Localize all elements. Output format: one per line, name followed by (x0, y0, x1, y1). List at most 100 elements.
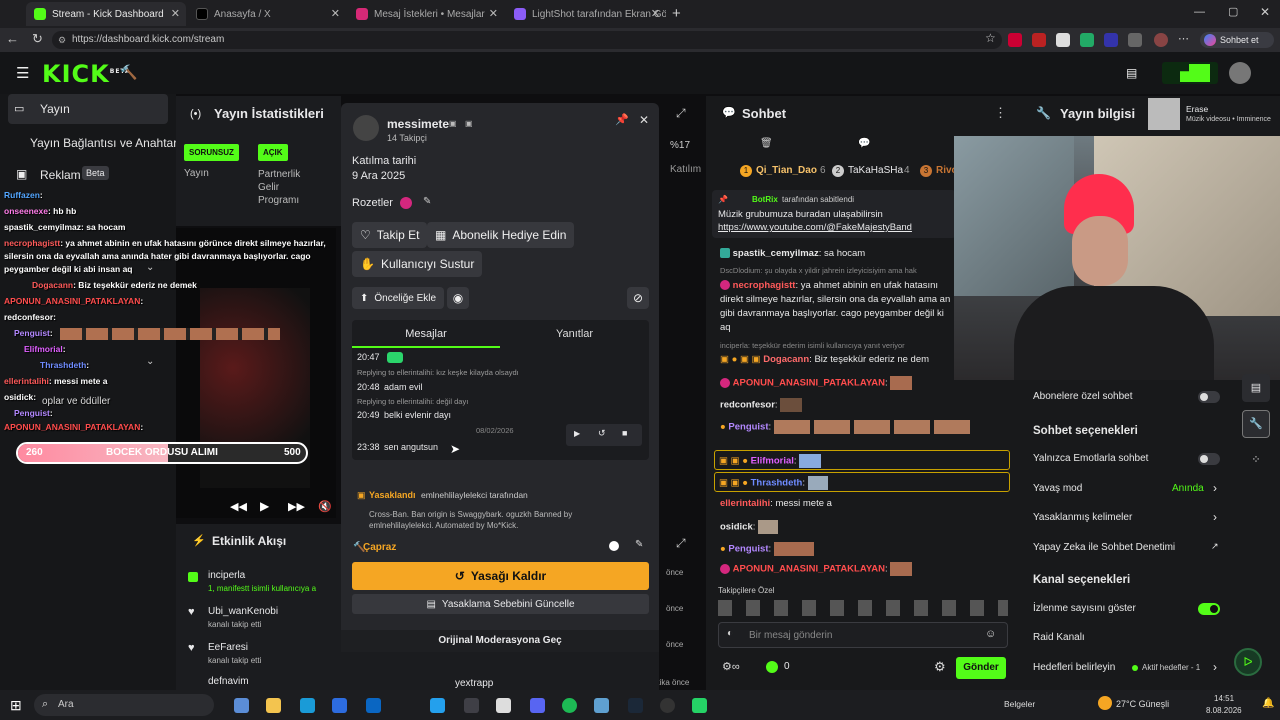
copy-icon[interactable]: ▣ (449, 119, 457, 128)
edge-icon[interactable] (300, 698, 315, 713)
file-explorer-icon[interactable] (266, 698, 281, 713)
wrench-icon[interactable]: 🔧 (1242, 410, 1270, 438)
obs-icon[interactable] (660, 698, 675, 713)
smiley-icon[interactable]: ☺ (985, 628, 996, 640)
chat-message[interactable]: ● Penguist: (720, 420, 1016, 434)
tab-yanitlar[interactable]: Yanıtlar (500, 320, 649, 348)
extension-icon[interactable] (1104, 33, 1118, 47)
tab-instagram[interactable]: Mesaj İstekleri • Mesajlar ✕ (348, 2, 504, 26)
layout-icon[interactable]: ▤ (1242, 374, 1270, 402)
replay-icon[interactable]: ↺ (598, 428, 606, 439)
windows-start-icon[interactable]: ⊞ (10, 697, 22, 714)
extension-icon[interactable] (1056, 33, 1070, 47)
sidebar-item-reklam[interactable]: ▣ Reklam Beta (8, 162, 168, 186)
unban-button[interactable]: ↺ Yasağı Kaldır (352, 562, 649, 590)
hammer-icon[interactable]: 🔨 (120, 64, 137, 81)
extensions-puzzle-icon[interactable] (1128, 33, 1142, 47)
gift-sub-button[interactable]: ▦ Abonelik Hediye Edin (427, 222, 575, 248)
emoji-icon[interactable]: ◐ (727, 628, 733, 639)
sub-only-toggle[interactable] (1198, 391, 1220, 403)
app-icon[interactable] (464, 698, 479, 713)
mail-icon[interactable] (332, 698, 347, 713)
spotify-icon[interactable] (562, 698, 577, 713)
chat-message[interactable]: necrophagistt: ya ahmet abinin en ufak h… (720, 280, 960, 291)
mute-icon[interactable]: 🔇 (318, 500, 332, 513)
external-link-icon[interactable]: ▣ (465, 119, 473, 128)
expand-icon[interactable]: ⤢ (676, 536, 686, 551)
mute-user-button[interactable]: ✋ Kullanıcıyı Sustur (352, 251, 483, 277)
gear-icon[interactable]: ⚙ (934, 659, 946, 675)
original-moderation-link[interactable]: Orijinal Moderasyona Geç (341, 630, 659, 652)
send-button[interactable]: Gönder (956, 657, 1006, 679)
slow-mode-row[interactable]: Yavaş mod Anında › (1033, 481, 1223, 497)
tab-mesajlar[interactable]: Mesajlar (352, 320, 500, 348)
goals-row[interactable]: Hedefleri belirleyin Aktif hedefler - 1 … (1033, 660, 1223, 676)
kick-logo[interactable]: KICKBETA (42, 60, 131, 88)
chat-bubble-icon[interactable]: 💬 (858, 138, 870, 149)
taskbar-search[interactable]: ⌕ Ara (34, 694, 214, 716)
chat-menu-icon[interactable]: ⋮ (994, 105, 1007, 121)
chat-message[interactable]: spastik_cemyilmaz: sa hocam (720, 248, 960, 259)
pinned-message[interactable]: 📌 BotRix tarafından sabitlendi Müzik gru… (712, 190, 956, 238)
stop-icon[interactable]: ■ (622, 428, 627, 438)
user-avatar[interactable] (1229, 62, 1251, 84)
watch-button[interactable]: ◉ (447, 287, 469, 309)
chat-message[interactable]: ▣ ● ▣ ▣ Dogacann: Biz teşekkür ederiz ne… (720, 354, 960, 365)
chat-input[interactable]: ◐ Bir mesaj gönderin ☺ (718, 622, 1008, 648)
minimize-icon[interactable]: — (1194, 6, 1205, 18)
chat-message[interactable]: ● Penguist: (720, 542, 1016, 556)
forward-icon[interactable]: ▶▶ (288, 500, 305, 513)
tab-lightshot[interactable]: LightShot tarafından Ekran Görünt ✕ (506, 2, 666, 26)
reload-icon[interactable]: ↻ (32, 31, 43, 47)
url-input[interactable]: ⚙ https://dashboard.kick.com/stream (52, 31, 1002, 49)
pinned-link[interactable]: https://www.youtube.com/@FakeMajestyBand (718, 222, 950, 233)
store-icon[interactable] (366, 698, 381, 713)
back-icon[interactable]: ← (6, 31, 19, 46)
whatsapp-icon[interactable] (692, 698, 707, 713)
taskbar-app-icon[interactable] (234, 698, 249, 713)
add-priority-button[interactable]: ⬆ Önceliğe Ekle (352, 287, 445, 309)
close-tab-icon[interactable]: ✕ (331, 7, 340, 20)
rewind-icon[interactable]: ◀◀ (230, 500, 247, 513)
close-icon[interactable]: ✕ (639, 113, 649, 127)
raid-channel-row[interactable]: Raid Kanalı (1033, 632, 1085, 643)
update-ban-reason-button[interactable]: ▤ Yasaklama Sebebini Güncelle (352, 594, 649, 614)
live-indicator[interactable] (1162, 62, 1218, 84)
chat-settings-icon[interactable]: ⚙∞ (722, 660, 740, 673)
browser-menu-icon[interactable]: ⋯ (1178, 32, 1189, 45)
trash-icon[interactable]: 🗑 (760, 138, 773, 149)
show-viewers-toggle[interactable] (1198, 603, 1220, 615)
chevron-down-icon[interactable]: ⌄ (146, 262, 154, 273)
chat-message[interactable]: osidick: (720, 520, 1016, 534)
extension-icon[interactable] (1032, 33, 1046, 47)
chat-message[interactable]: redconfesor: (720, 398, 1016, 412)
app-icon[interactable] (594, 698, 609, 713)
chevron-down-icon[interactable]: ⌄ (146, 356, 154, 367)
ban-button[interactable]: ⊘ (627, 287, 649, 309)
highlighted-message[interactable]: ▣ ▣ ● Thrashdeth: (714, 472, 1010, 492)
copilot-chat-button[interactable]: Sohbet et (1200, 32, 1274, 48)
play-icon[interactable]: ▶ (574, 429, 580, 438)
extension-icon[interactable] (1008, 33, 1022, 47)
edit-icon[interactable]: ✎ (635, 539, 643, 550)
expand-icon[interactable]: ⤢ (676, 106, 686, 121)
close-tab-icon[interactable]: ✕ (489, 7, 498, 20)
maximize-icon[interactable]: ▢ (1228, 5, 1238, 18)
chat-message[interactable]: APONUN_ANASINI_PATAKLAYAN: (720, 562, 1016, 576)
extension-icon[interactable] (1080, 33, 1094, 47)
follow-button[interactable]: ♡ Takip Et (352, 222, 428, 248)
pin-icon[interactable]: 📌 (615, 113, 629, 126)
edit-icon[interactable]: ✎ (423, 196, 431, 207)
close-tab-icon[interactable]: ✕ (171, 7, 180, 20)
bookmark-star-icon[interactable]: ☆ (985, 31, 996, 45)
hamburger-menu-icon[interactable]: ☰ (16, 64, 29, 82)
highlighted-message[interactable]: ▣ ▣ ● Elifmorial: (714, 450, 1010, 470)
profile-avatar[interactable] (1154, 33, 1168, 47)
extensions-icon[interactable]: ⁘ (1242, 446, 1270, 474)
sidebar-item-stream-key[interactable]: Yayın Bağlantısı ve Anahtarı (8, 130, 181, 154)
emote-only-toggle[interactable] (1198, 453, 1220, 465)
steam-icon[interactable] (628, 698, 643, 713)
site-info-icon[interactable]: ⚙ (58, 31, 66, 49)
tab-kick-dashboard[interactable]: Stream - Kick Dashboard ✕ (26, 2, 186, 26)
play-icon[interactable]: ▶ (260, 499, 269, 513)
